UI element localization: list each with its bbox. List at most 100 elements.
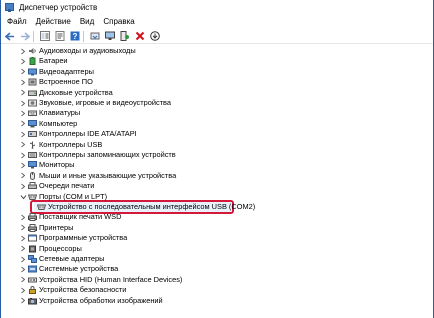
tree-category-item[interactable]: Контроллеры IDE ATA/ATAPI <box>1 129 433 140</box>
tree-category-item[interactable]: Устройства безопасности <box>1 285 433 296</box>
scan-hardware-icon[interactable] <box>118 30 131 43</box>
tree-item-label: Встроенное ПО <box>39 77 93 87</box>
chevron-right-icon[interactable] <box>19 172 27 180</box>
security-device-icon <box>28 286 37 295</box>
tree-category-item[interactable]: Клавиатуры <box>1 108 433 119</box>
disk-icon <box>28 89 37 97</box>
tree-item-label: Мониторы <box>39 160 75 170</box>
chevron-right-icon[interactable] <box>19 68 27 76</box>
system-device-icon <box>28 265 37 273</box>
cpu-icon <box>28 245 37 253</box>
tree-category-item[interactable]: Контроллеры USB <box>1 140 433 151</box>
tree-category-item[interactable]: Контроллеры запоминающих устройств <box>1 150 433 161</box>
tree-item-label: Устройство с последовательным интерфейсо… <box>48 202 256 211</box>
chevron-right-icon[interactable] <box>19 224 27 232</box>
chevron-right-icon[interactable] <box>19 297 27 305</box>
chevron-right-icon[interactable] <box>19 47 27 55</box>
tree-item-label: Устройства обработки изображений <box>39 295 163 305</box>
chevron-right-icon[interactable] <box>19 99 27 107</box>
tree-category-item[interactable]: Мониторы <box>1 160 433 171</box>
tree-category-item[interactable]: Поставщик печати WSD <box>1 212 433 223</box>
keyboard-icon <box>28 109 37 117</box>
tree-category-item[interactable]: Встроенное ПО <box>1 77 433 88</box>
device-manager-window: Диспетчер устройств Файл Действие Вид Сп… <box>0 0 434 318</box>
monitor-icon <box>28 161 37 169</box>
printer-icon <box>28 223 37 232</box>
hid-icon <box>28 276 37 284</box>
chevron-right-icon[interactable] <box>19 265 27 273</box>
menu-bar: Файл Действие Вид Справка <box>1 15 433 28</box>
toolbar: ? <box>1 29 433 44</box>
tree-category-item[interactable]: Аудиовходы и аудиовыходы <box>1 46 433 57</box>
back-arrow-icon[interactable] <box>3 30 16 43</box>
delete-x-icon[interactable] <box>133 30 146 43</box>
device-manager-app-icon <box>5 3 14 12</box>
chevron-right-icon[interactable] <box>19 276 27 284</box>
port-icon <box>27 193 38 201</box>
printer-icon <box>28 213 37 222</box>
firmware-icon <box>28 78 37 86</box>
tree-category-item[interactable]: Дисковые устройства <box>1 88 433 99</box>
chevron-right-icon[interactable] <box>19 89 27 97</box>
tree-category-item[interactable]: Сетевые адаптеры <box>1 254 433 265</box>
properties-icon[interactable] <box>53 30 66 43</box>
tree-item-label: Поставщик печати WSD <box>39 212 122 222</box>
chevron-right-icon[interactable] <box>19 57 27 65</box>
update-driver-icon[interactable] <box>88 30 101 43</box>
download-icon[interactable] <box>148 30 161 43</box>
chevron-right-icon[interactable] <box>19 182 27 190</box>
display-adapter-icon <box>28 68 37 76</box>
chevron-right-icon[interactable] <box>19 109 27 117</box>
menu-file[interactable]: Файл <box>7 17 27 26</box>
tree-category-item[interactable]: Очереди печати <box>1 181 433 192</box>
tree-category-item[interactable]: Программные устройства <box>1 233 433 244</box>
tree-child-item[interactable]: Устройство с последовательным интерфейсо… <box>1 202 433 213</box>
tree-item-label: Очереди печати <box>39 181 95 191</box>
tree-item-label: Устройства HID (Human Interface Devices) <box>39 274 183 284</box>
storage-controller-icon <box>28 151 37 159</box>
chevron-right-icon[interactable] <box>19 245 27 253</box>
chevron-right-icon[interactable] <box>19 234 27 242</box>
chevron-right-icon[interactable] <box>19 141 27 149</box>
chevron-right-icon[interactable] <box>19 130 27 138</box>
ide-controller-icon <box>28 130 37 138</box>
menu-action[interactable]: Действие <box>36 17 71 26</box>
tree-category-item[interactable]: Устройства HID (Human Interface Devices) <box>1 275 433 286</box>
tree-item-label: Контроллеры IDE ATA/ATAPI <box>39 129 137 139</box>
title-bar[interactable]: Диспетчер устройств <box>1 0 433 14</box>
computer-icon <box>28 119 37 128</box>
chevron-right-icon[interactable] <box>19 286 27 294</box>
tree-item-label: Аудиовходы и аудиовыходы <box>39 46 136 55</box>
tree-category-item[interactable]: Видеоадаптеры <box>1 67 433 78</box>
tree-category-item[interactable]: Порты (COM и LPT) <box>1 192 433 203</box>
software-device-icon <box>28 234 37 242</box>
tree-item-label: Батареи <box>39 56 68 66</box>
print-queue-icon <box>28 182 37 190</box>
tree-category-item[interactable]: Звуковые, игровые и видеоустройства <box>1 98 433 109</box>
forward-arrow-icon[interactable] <box>18 30 31 43</box>
tree-category-item[interactable]: Батареи <box>1 56 433 67</box>
chevron-right-icon[interactable] <box>19 161 27 169</box>
network-icon <box>28 255 37 263</box>
chevron-right-icon[interactable] <box>19 120 27 128</box>
tree-category-item[interactable]: Устройства обработки изображений <box>1 296 433 307</box>
tree-category-item[interactable]: Компьютер <box>1 119 433 130</box>
show-hide-tree-icon[interactable] <box>38 30 51 43</box>
tree-item-label: Программные устройства <box>39 233 128 243</box>
chevron-right-icon[interactable] <box>19 255 27 263</box>
tree-item-label: Компьютер <box>39 118 78 128</box>
tree-item-label: Устройства безопасности <box>39 285 127 295</box>
mouse-icon <box>28 171 37 180</box>
monitor-icon[interactable] <box>103 30 116 43</box>
tree-category-item[interactable]: Процессоры <box>1 244 433 255</box>
tree-category-item[interactable]: Мыши и иные указывающие устройства <box>1 171 433 182</box>
chevron-right-icon[interactable] <box>19 151 27 159</box>
menu-help[interactable]: Справка <box>103 17 134 26</box>
tree-category-item[interactable]: Принтеры <box>1 223 433 234</box>
chevron-down-icon[interactable] <box>19 193 27 201</box>
chevron-right-icon[interactable] <box>19 213 27 221</box>
menu-view[interactable]: Вид <box>80 17 94 26</box>
tree-category-item[interactable]: Системные устройства <box>1 264 433 275</box>
help-icon[interactable]: ? <box>68 30 81 43</box>
chevron-right-icon[interactable] <box>19 78 27 86</box>
